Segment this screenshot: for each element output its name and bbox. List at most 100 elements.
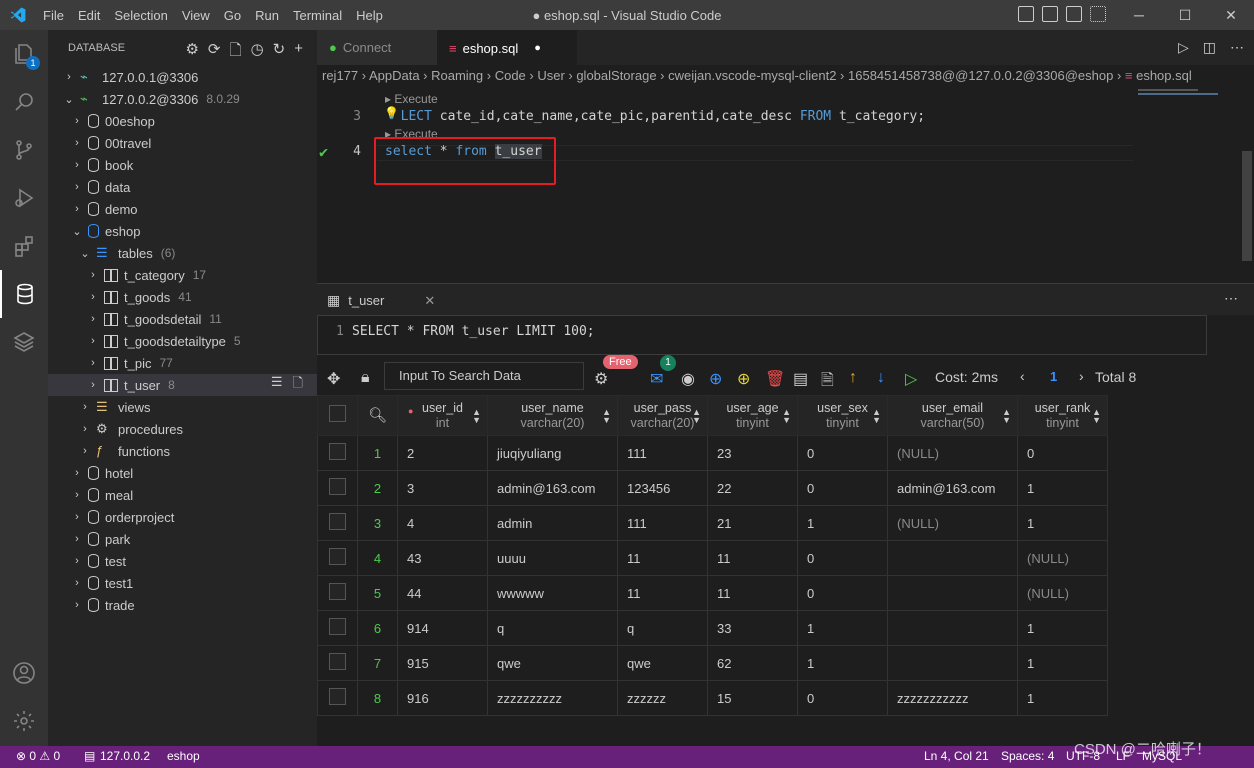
table-cell[interactable]: 11 [617, 575, 708, 611]
lock-icon[interactable]: 🔒︎ [361, 369, 370, 387]
layers-icon[interactable] [0, 318, 48, 366]
table-item[interactable]: › t_category 17 [48, 264, 317, 286]
table-cell[interactable]: (NULL) [887, 505, 1018, 541]
sort-icon[interactable]: ▲ ▼ [1092, 408, 1101, 425]
table-cell[interactable]: 11 [617, 540, 708, 576]
row-checkbox[interactable] [329, 548, 346, 565]
table-cell[interactable]: 916 [397, 680, 488, 716]
next-page-icon[interactable]: › [1079, 368, 1084, 384]
customize-layout-icon[interactable] [1090, 6, 1106, 22]
table-cell[interactable]: 0 [797, 435, 888, 471]
sort-icon[interactable]: ▲ ▼ [602, 408, 611, 425]
more-actions-icon[interactable]: ⋯ [1230, 39, 1244, 56]
table-cell[interactable]: 1 [1017, 680, 1108, 716]
column-header[interactable]: user_rank tinyint ▲ ▼ [1017, 395, 1108, 436]
table-row[interactable]: 6 914 q q 33 1 1 [317, 610, 1108, 646]
arrow-up-icon[interactable]: ↑ [849, 369, 857, 387]
move-icon[interactable]: ✥ [327, 369, 340, 389]
table-cell[interactable]: 62 [707, 645, 798, 681]
table-cell[interactable]: 11 [707, 540, 798, 576]
minimap[interactable] [1138, 87, 1238, 97]
row-checkbox[interactable] [329, 513, 346, 530]
menu-terminal[interactable]: Terminal [286, 8, 349, 23]
menu-help[interactable]: Help [349, 8, 390, 23]
tab-t-user[interactable]: ▦ t_user ✕ [327, 292, 435, 309]
chevron-right-icon[interactable]: › [86, 269, 100, 281]
breadcrumb-file[interactable]: eshop.sql [1136, 68, 1192, 83]
page-number[interactable]: 1 [1050, 369, 1057, 384]
breadcrumb[interactable]: rej177 › AppData › Roaming › Code › User… [317, 65, 1254, 87]
sort-icon[interactable]: ▲ ▼ [782, 408, 791, 425]
run-debug-icon[interactable] [0, 174, 48, 222]
row-number[interactable]: 2 [357, 470, 398, 506]
group-item[interactable]: › ƒ functions [48, 440, 317, 462]
table-row[interactable]: 8 916 zzzzzzzzzz zzzzzz 15 0 zzzzzzzzzzz 1 [317, 680, 1108, 716]
table-cell[interactable]: q [617, 610, 708, 646]
row-number[interactable]: 3 [357, 505, 398, 541]
table-cell[interactable]: 1 [1017, 610, 1108, 646]
refresh-icon[interactable]: ↻ [273, 40, 286, 65]
connection-status[interactable]: 127.0.0.2 [100, 749, 150, 763]
table-cell[interactable]: qwe [617, 645, 708, 681]
table-cell[interactable]: jiuqiyuliang [487, 435, 618, 471]
table-item[interactable]: › t_goods 41 [48, 286, 317, 308]
chevron-right-icon[interactable]: › [86, 357, 100, 369]
database-item[interactable]: › data [48, 176, 317, 198]
chevron-right-icon[interactable]: › [78, 401, 92, 413]
tables-group[interactable]: ⌄ ☰ tables (6) [48, 242, 317, 264]
table-item[interactable]: › t_goodsdetail 11 [48, 308, 317, 330]
database-item[interactable]: › test [48, 550, 317, 572]
add-row-icon[interactable]: ⊕ [709, 369, 722, 389]
sync-icon[interactable]: ⟳ [208, 40, 221, 65]
code-editor[interactable]: ▸ Execute 3 💡 LECT cate_id,cate_name,cat… [317, 87, 1254, 283]
table-cell[interactable]: 0 [797, 470, 888, 506]
table-cell[interactable] [887, 645, 1018, 681]
table-cell[interactable]: 15 [707, 680, 798, 716]
database-item[interactable]: › 00travel [48, 132, 317, 154]
table-cell[interactable]: admin@163.com [887, 470, 1018, 506]
export-icon[interactable]: 🗎 [821, 369, 834, 396]
table-cell[interactable]: 11 [707, 575, 798, 611]
database-item[interactable]: › test1 [48, 572, 317, 594]
row-checkbox[interactable] [329, 583, 346, 600]
minimize-button[interactable]: ─ [1116, 0, 1162, 30]
prev-page-icon[interactable]: ‹ [1020, 368, 1025, 384]
settings-icon[interactable]: ⚙ [594, 369, 608, 389]
chevron-right-icon[interactable]: › [78, 423, 92, 435]
table-row[interactable]: 4 43 uuuu 11 11 0 (NULL) [317, 540, 1108, 576]
group-item[interactable]: › ⚙ procedures [48, 418, 317, 440]
search-data-input[interactable]: Input To Search Data [384, 362, 584, 390]
sort-icon[interactable]: ▲ ▼ [1002, 408, 1011, 425]
run-icon[interactable]: ▷ [1178, 39, 1189, 56]
row-number[interactable]: 5 [357, 575, 398, 611]
table-cell[interactable]: 111 [617, 505, 708, 541]
table-cell[interactable]: 1 [1017, 470, 1108, 506]
row-number[interactable]: 6 [357, 610, 398, 646]
chevron-right-icon[interactable]: › [70, 555, 84, 567]
manage-gear-icon[interactable] [0, 697, 48, 745]
maximize-button[interactable]: ☐ [1162, 0, 1208, 30]
codelens-execute[interactable]: ▸ Execute [385, 92, 438, 106]
table-item[interactable]: › t_pic 77 [48, 352, 317, 374]
table-item[interactable]: › t_user 8 ☰ 🗋 [48, 374, 317, 396]
table-item[interactable]: › t_goodsdetailtype 5 [48, 330, 317, 352]
toggle-primary-sidebar-icon[interactable] [1018, 6, 1034, 22]
row-checkbox[interactable] [329, 443, 346, 460]
table-cell[interactable]: 1 [1017, 645, 1108, 681]
table-cell[interactable]: zzzzzzzzzzz [887, 680, 1018, 716]
table-cell[interactable]: 3 [397, 470, 488, 506]
table-cell[interactable]: 21 [707, 505, 798, 541]
tab-eshop-sql[interactable]: ≡ eshop.sql ● [437, 30, 577, 65]
table-cell[interactable]: 111 [617, 435, 708, 471]
chevron-right-icon[interactable]: › [86, 379, 100, 391]
table-row[interactable]: 5 44 wwwww 11 11 0 (NULL) [317, 575, 1108, 611]
execute-play-icon[interactable]: ▷ [905, 369, 917, 389]
explorer-icon[interactable]: 1 [0, 30, 48, 78]
table-cell[interactable]: uuuu [487, 540, 618, 576]
database-item[interactable]: › hotel [48, 462, 317, 484]
close-button[interactable]: ✕ [1208, 0, 1254, 30]
add-connection-icon[interactable]: + [294, 40, 303, 65]
row-checkbox[interactable] [329, 653, 346, 670]
chevron-right-icon[interactable]: › [70, 511, 84, 523]
column-header[interactable]: user_sex tinyint ▲ ▼ [797, 395, 888, 436]
